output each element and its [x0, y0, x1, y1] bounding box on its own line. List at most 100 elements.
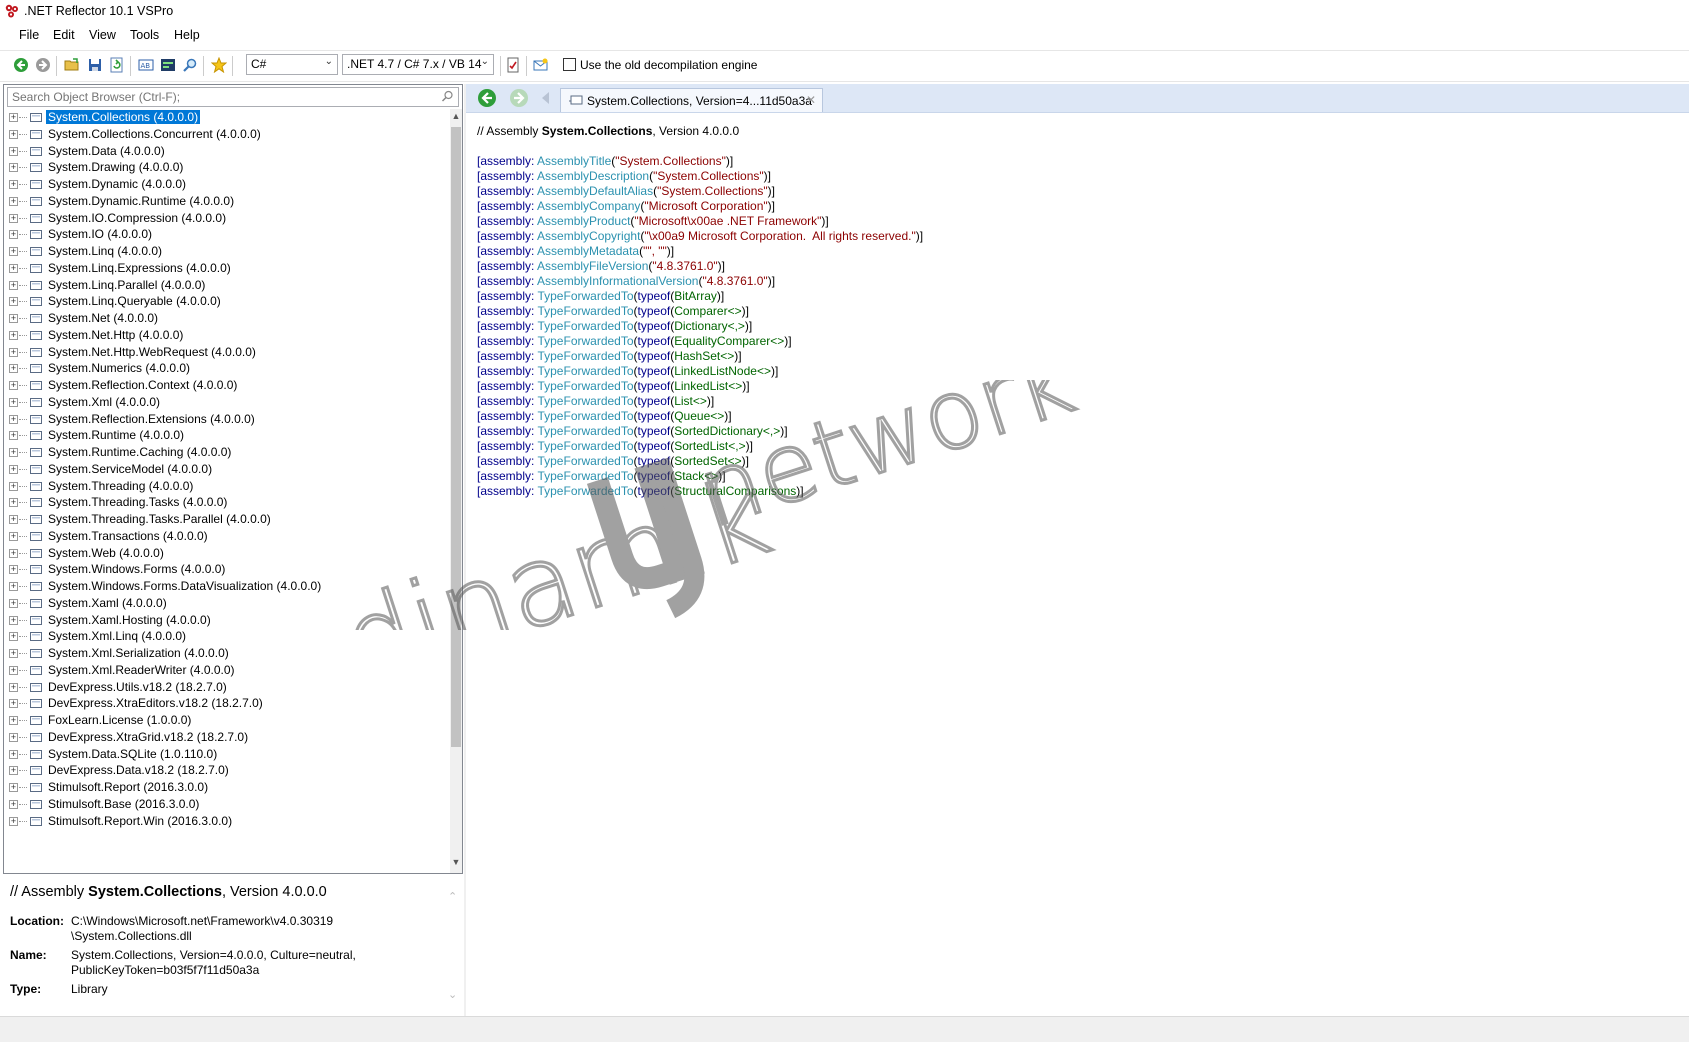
- expand-icon[interactable]: +: [9, 749, 18, 759]
- expand-icon[interactable]: +: [9, 649, 18, 658]
- expand-icon[interactable]: +: [9, 196, 18, 206]
- tree-node[interactable]: + System.Linq (4.0.0.0): [4, 243, 444, 261]
- tree-node[interactable]: + Stimulsoft.Report.Win (2016.3.0.0): [4, 813, 444, 831]
- scroll-up-icon[interactable]: ▲: [450, 111, 462, 125]
- code-token[interactable]: TypeForwardedTo: [537, 319, 633, 333]
- code-token[interactable]: Queue<>: [674, 409, 724, 423]
- code-token[interactable]: TypeForwardedTo: [537, 469, 633, 483]
- close-icon[interactable]: ✕: [806, 93, 816, 107]
- tree-node[interactable]: + System.Xml.Linq (4.0.0.0): [4, 628, 444, 646]
- tree-node[interactable]: + DevExpress.XtraEditors.v18.2 (18.2.7.0): [4, 695, 444, 713]
- expand-icon[interactable]: +: [9, 431, 18, 441]
- tree-node[interactable]: + System.Runtime (4.0.0.0): [4, 427, 444, 445]
- tree-node[interactable]: + System.Threading.Tasks (4.0.0.0): [4, 494, 444, 512]
- tree-node[interactable]: + System.Reflection.Extensions (4.0.0.0): [4, 411, 444, 429]
- tree-scrollbar[interactable]: ▲ ▼: [450, 109, 462, 873]
- expand-icon[interactable]: +: [9, 113, 18, 122]
- expand-icon[interactable]: +: [9, 129, 18, 139]
- tree-node[interactable]: + System.Dynamic.Runtime (4.0.0.0): [4, 193, 444, 211]
- code-token[interactable]: TypeForwardedTo: [537, 484, 633, 498]
- expand-icon[interactable]: +: [9, 531, 18, 541]
- code-token[interactable]: Dictionary<,>: [674, 319, 745, 333]
- expand-icon[interactable]: +: [9, 816, 18, 826]
- code-token[interactable]: AssemblyProduct: [537, 214, 630, 228]
- code-token[interactable]: TypeForwardedTo: [537, 394, 633, 408]
- tree-node[interactable]: + System.Xml (4.0.0.0): [4, 394, 444, 412]
- expand-icon[interactable]: +: [9, 565, 18, 575]
- expand-icon[interactable]: +: [9, 247, 18, 256]
- expand-icon[interactable]: +: [9, 682, 18, 692]
- tree-node[interactable]: + System.Xml.ReaderWriter (4.0.0.0): [4, 662, 444, 680]
- disassembler-button[interactable]: AB: [137, 56, 155, 74]
- tree-node[interactable]: + System.Linq.Expressions (4.0.0.0): [4, 260, 444, 278]
- tree-node[interactable]: + System.IO (4.0.0.0): [4, 226, 444, 244]
- expand-icon[interactable]: +: [9, 582, 18, 591]
- tree-node[interactable]: + System.Numerics (4.0.0.0): [4, 360, 444, 378]
- addin-button[interactable]: [532, 56, 550, 74]
- menu-help[interactable]: Help: [174, 28, 200, 42]
- code-token[interactable]: AssemblyTitle: [537, 154, 611, 168]
- code-token[interactable]: EqualityComparer<>: [674, 334, 784, 348]
- expand-icon[interactable]: +: [9, 615, 18, 625]
- expand-icon[interactable]: +: [9, 598, 18, 608]
- code-token[interactable]: StructuralComparisons: [674, 484, 796, 498]
- expand-icon[interactable]: +: [9, 699, 18, 709]
- tree-node[interactable]: + System.ServiceModel (4.0.0.0): [4, 461, 444, 479]
- nav-forward-icon[interactable]: [509, 88, 529, 108]
- back-button[interactable]: [12, 56, 30, 74]
- tree-node[interactable]: + System.Collections (4.0.0.0): [4, 109, 444, 127]
- tree-node[interactable]: + System.Windows.Forms.DataVisualization …: [4, 578, 444, 596]
- tree-node[interactable]: + Stimulsoft.Base (2016.3.0.0): [4, 796, 444, 814]
- code-token[interactable]: TypeForwardedTo: [537, 304, 633, 318]
- language-select[interactable]: C# ⌄: [246, 54, 338, 75]
- nav-back-icon[interactable]: [477, 88, 497, 108]
- code-token[interactable]: AssemblyDescription: [537, 169, 649, 183]
- expand-icon[interactable]: +: [9, 314, 18, 323]
- expand-icon[interactable]: +: [9, 364, 18, 374]
- code-token[interactable]: SortedList<,>: [674, 439, 745, 453]
- tree-node[interactable]: + System.Xaml (4.0.0.0): [4, 595, 444, 613]
- code-token[interactable]: TypeForwardedTo: [537, 289, 633, 303]
- tree-node[interactable]: + System.Net (4.0.0.0): [4, 310, 444, 328]
- tree-node[interactable]: + System.Xaml.Hosting (4.0.0.0): [4, 612, 444, 630]
- tree-node[interactable]: + System.Data (4.0.0.0): [4, 143, 444, 161]
- code-token[interactable]: AssemblyDefaultAlias: [537, 184, 653, 198]
- expand-icon[interactable]: +: [9, 213, 18, 223]
- expand-icon[interactable]: +: [9, 163, 18, 173]
- analyzer-button[interactable]: [159, 56, 177, 74]
- tree-node[interactable]: + DevExpress.Utils.v18.2 (18.2.7.0): [4, 679, 444, 697]
- tree-node[interactable]: + System.Transactions (4.0.0.0): [4, 528, 444, 546]
- scroll-down-icon[interactable]: ⌄: [448, 988, 457, 1001]
- framework-select[interactable]: .NET 4.7 / C# 7.x / VB 14 ⌄: [342, 54, 494, 75]
- code-token[interactable]: LinkedListNode<>: [674, 364, 771, 378]
- code-token[interactable]: AssemblyFileVersion: [537, 259, 648, 273]
- search-input[interactable]: [8, 88, 436, 106]
- tree-node[interactable]: + System.Reflection.Context (4.0.0.0): [4, 377, 444, 395]
- tree-node[interactable]: + DevExpress.Data.v18.2 (18.2.7.0): [4, 762, 444, 780]
- document-tab[interactable]: System.Collections, Version=4...11d50a3a…: [560, 88, 823, 112]
- expand-icon[interactable]: +: [9, 414, 18, 424]
- tree-node[interactable]: + System.Linq.Queryable (4.0.0.0): [4, 293, 444, 311]
- expand-icon[interactable]: +: [9, 280, 18, 290]
- tree-node[interactable]: + DevExpress.XtraGrid.v18.2 (18.2.7.0): [4, 729, 444, 747]
- menu-file[interactable]: File: [19, 28, 39, 42]
- expand-icon[interactable]: +: [9, 716, 18, 725]
- tree-node[interactable]: + System.Xml.Serialization (4.0.0.0): [4, 645, 444, 663]
- save-button[interactable]: [86, 56, 104, 74]
- expand-icon[interactable]: +: [9, 230, 18, 240]
- expand-icon[interactable]: +: [9, 381, 18, 390]
- expand-icon[interactable]: +: [9, 180, 18, 189]
- tree-node[interactable]: + Stimulsoft.Report (2016.3.0.0): [4, 779, 444, 797]
- expand-icon[interactable]: +: [9, 732, 18, 742]
- expand-icon[interactable]: +: [9, 766, 18, 776]
- expand-icon[interactable]: +: [9, 665, 18, 675]
- bookmark-button[interactable]: [210, 56, 228, 74]
- code-token[interactable]: List<>: [674, 394, 707, 408]
- expand-icon[interactable]: +: [9, 397, 18, 407]
- info-scrollbar[interactable]: ⌃ ⌄: [447, 876, 461, 1016]
- expand-icon[interactable]: +: [9, 297, 18, 307]
- code-token[interactable]: AssemblyInformationalVersion: [537, 274, 698, 288]
- code-token[interactable]: SortedSet<>: [674, 454, 741, 468]
- code-token[interactable]: Stack<>: [674, 469, 718, 483]
- forward-button[interactable]: [34, 56, 52, 74]
